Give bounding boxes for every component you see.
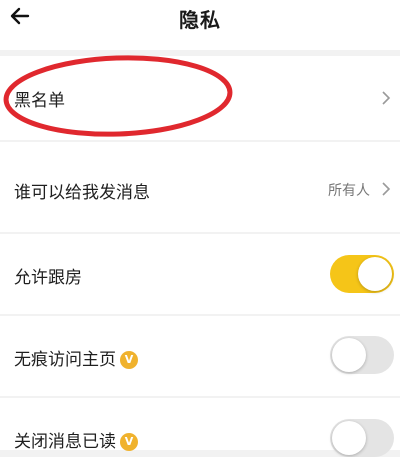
incognito-visit-label: 无痕访问主页 V xyxy=(14,345,138,370)
allow-follow-room-row: 允许跟房 xyxy=(0,234,400,314)
read-receipts-toggle[interactable] xyxy=(330,419,394,457)
vip-badge-icon: V xyxy=(120,351,138,369)
page-title: 隐私 xyxy=(179,8,221,32)
allow-follow-room-toggle[interactable] xyxy=(330,255,394,293)
toggle-knob xyxy=(358,257,392,291)
blacklist-row[interactable]: 黑名单 xyxy=(0,56,400,140)
read-receipts-label: 关闭消息已读 V xyxy=(14,427,138,452)
chevron-right-icon xyxy=(382,91,391,105)
incognito-visit-row: 无痕访问主页 V xyxy=(0,316,400,396)
blacklist-label: 黑名单 xyxy=(14,91,65,111)
vip-badge-icon: V xyxy=(120,433,138,451)
top-bar: 隐私 xyxy=(0,0,400,50)
chevron-right-icon xyxy=(382,182,391,196)
read-receipts-text: 关闭消息已读 xyxy=(14,432,116,452)
allow-follow-room-label: 允许跟房 xyxy=(14,268,82,288)
incognito-visit-text: 无痕访问主页 xyxy=(14,350,116,370)
who-can-message-value: 所有人 xyxy=(328,183,370,199)
read-receipts-row: 关闭消息已读 V xyxy=(0,398,400,457)
toggle-knob xyxy=(332,338,366,372)
incognito-visit-toggle[interactable] xyxy=(330,336,394,374)
who-can-message-row[interactable]: 谁可以给我发消息 所有人 xyxy=(0,142,400,232)
who-can-message-label: 谁可以给我发消息 xyxy=(14,183,150,203)
